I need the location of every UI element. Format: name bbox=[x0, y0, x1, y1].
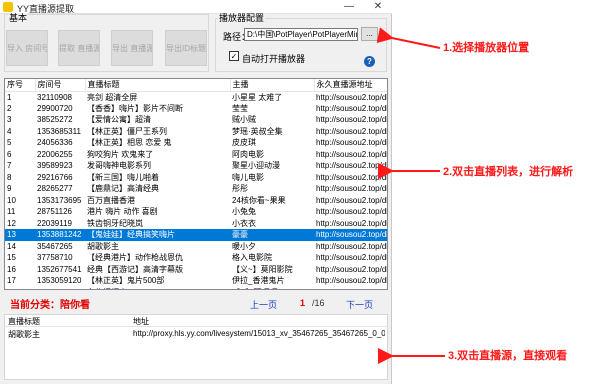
annotation-arrows bbox=[376, 27, 445, 364]
annotation-step1: 1.选择播放器位置 bbox=[443, 42, 530, 54]
arrow-to-player-path bbox=[376, 27, 441, 49]
annotation-step3: 3.双击直播源，直接观看 bbox=[448, 350, 568, 362]
annotation-step2: 2.双击直播列表，进行解析 bbox=[443, 166, 574, 178]
